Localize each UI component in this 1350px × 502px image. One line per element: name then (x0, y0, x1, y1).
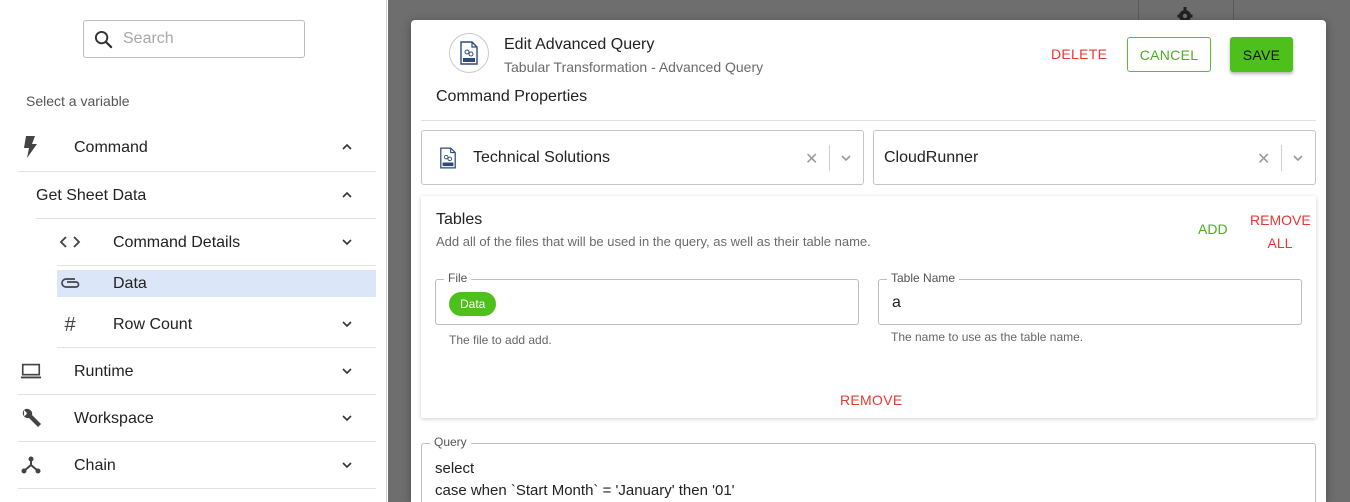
source-select[interactable]: Technical Solutions ✕ (421, 130, 864, 185)
chevron-down-icon[interactable] (341, 236, 353, 248)
remove-all-label-2: ALL (1267, 235, 1293, 251)
table-name-value: a (892, 294, 901, 311)
file-field-label: File (444, 271, 472, 285)
laptop-icon (20, 360, 42, 382)
sidebar-item-command[interactable]: Command (18, 135, 376, 159)
clear-icon[interactable]: ✕ (1257, 149, 1270, 169)
sidebar-item-chain[interactable]: Chain (18, 453, 376, 477)
divider (57, 265, 376, 266)
chevron-down-icon[interactable] (1292, 152, 1304, 164)
sidebar-item-label: Row Count (113, 316, 193, 333)
command-properties-heading: Command Properties (436, 88, 588, 105)
query-line: case when `Start Month` = 'January' then… (435, 482, 735, 499)
sidebar-item-label: Command Details (113, 234, 241, 251)
chevron-down-icon[interactable] (341, 318, 353, 330)
divider (1281, 145, 1282, 171)
sidebar-item-label: Runtime (74, 363, 134, 380)
sidebar-item-data[interactable]: Data (57, 270, 376, 297)
hash-icon: # (64, 313, 76, 336)
sidebar-item-label: Chain (74, 457, 116, 474)
chevron-up-icon[interactable] (341, 189, 353, 201)
file-chip[interactable]: Data (449, 292, 497, 316)
sidebar-item-runtime[interactable]: Runtime (18, 359, 376, 383)
select-variable-label: Select a variable (26, 93, 130, 109)
chevron-down-icon[interactable] (341, 459, 353, 471)
search-icon (94, 30, 113, 48)
sidebar-item-label: Command (74, 139, 148, 156)
tables-description: Add all of the files that will be used i… (436, 234, 871, 249)
sidebar-item-label: Data (113, 275, 147, 292)
clear-icon[interactable]: ✕ (805, 149, 818, 169)
sidebar-item-row-count[interactable]: # Row Count (57, 312, 376, 336)
tables-title: Tables (436, 211, 483, 228)
save-button[interactable]: SAVE (1230, 37, 1293, 72)
runner-select[interactable]: CloudRunner ✕ (873, 130, 1316, 185)
chevron-down-icon[interactable] (840, 152, 852, 164)
lightning-icon (20, 136, 42, 158)
paperclip-icon (60, 272, 82, 294)
code-icon (59, 231, 81, 253)
edit-advanced-query-dialog: Edit Advanced Query Tabular Transformati… (411, 20, 1326, 502)
query-line: select (435, 460, 475, 477)
table-name-field[interactable]: Table Name a (878, 271, 1302, 325)
chevron-down-icon[interactable] (341, 365, 353, 377)
tabular-file-icon (439, 147, 457, 174)
divider (18, 171, 376, 172)
dialog-subtitle: Tabular Transformation - Advanced Query (504, 59, 764, 75)
runner-select-value: CloudRunner (884, 149, 979, 166)
add-table-button[interactable]: ADD (1198, 221, 1228, 237)
file-helper-text: The file to add add. (449, 333, 552, 347)
divider (829, 145, 830, 171)
divider (18, 441, 376, 442)
gear-icon (1175, 4, 1195, 20)
wrench-icon (20, 407, 42, 429)
chevron-up-icon[interactable] (341, 141, 353, 153)
sidebar-item-get-sheet-data[interactable]: Get Sheet Data (36, 183, 376, 207)
query-field-label: Query (430, 435, 471, 449)
divider (18, 488, 376, 489)
variable-sidebar: Search Select a variable Command Get She… (0, 0, 387, 502)
remove-all-button[interactable]: REMOVE ALL (1250, 209, 1311, 255)
query-editor[interactable]: Query select case when `Start Month` = '… (421, 435, 1316, 502)
tabular-file-icon (449, 33, 489, 73)
divider (57, 347, 376, 348)
divider (18, 394, 376, 395)
remove-table-button[interactable]: REMOVE (840, 392, 902, 408)
chain-icon (20, 454, 42, 476)
tables-card: Tables Add all of the files that will be… (421, 196, 1316, 418)
cancel-button[interactable]: CANCEL (1127, 37, 1211, 72)
divider (421, 120, 1316, 121)
dialog-title: Edit Advanced Query (504, 36, 655, 53)
table-name-helper-text: The name to use as the table name. (891, 330, 1084, 344)
search-input[interactable]: Search (83, 20, 305, 58)
sidebar-item-label: Workspace (74, 410, 154, 427)
sidebar-item-command-details[interactable]: Command Details (57, 230, 376, 254)
file-field[interactable]: File Data (435, 271, 859, 325)
sidebar-item-label: Get Sheet Data (36, 187, 147, 204)
remove-all-label-1: REMOVE (1250, 212, 1311, 228)
divider (36, 218, 376, 219)
source-select-value: Technical Solutions (473, 149, 610, 166)
table-name-field-label: Table Name (887, 271, 960, 285)
chevron-down-icon[interactable] (341, 412, 353, 424)
delete-button[interactable]: DELETE (1051, 46, 1107, 62)
search-placeholder: Search (123, 30, 174, 47)
sidebar-item-workspace[interactable]: Workspace (18, 406, 376, 430)
